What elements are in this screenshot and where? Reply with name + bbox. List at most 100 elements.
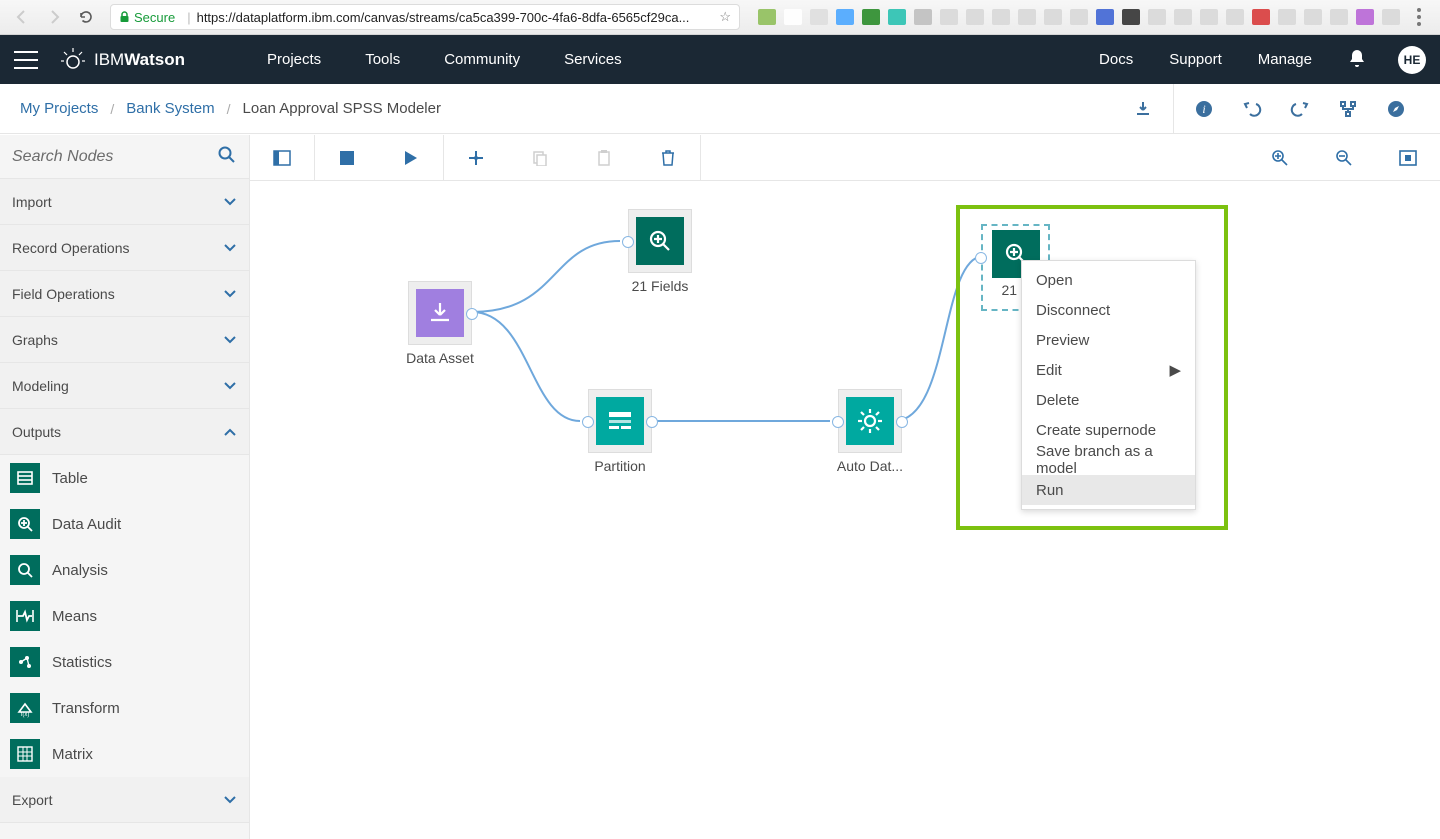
palette-cat-export[interactable]: Export bbox=[0, 777, 249, 823]
compass-icon[interactable] bbox=[1372, 84, 1420, 134]
link-support[interactable]: Support bbox=[1169, 51, 1222, 68]
browser-back-button[interactable] bbox=[8, 4, 36, 30]
extension-dot-icon[interactable] bbox=[966, 9, 984, 25]
secure-label: Secure bbox=[134, 10, 175, 25]
copy-button[interactable] bbox=[508, 135, 572, 180]
node-partition[interactable]: Partition bbox=[580, 389, 660, 474]
node-data-asset[interactable]: Data Asset bbox=[400, 281, 480, 366]
extension-flag-icon[interactable] bbox=[1278, 9, 1296, 25]
brand-logo[interactable]: IBM Watson bbox=[60, 47, 185, 73]
avatar[interactable]: HE bbox=[1398, 46, 1426, 74]
paste-button[interactable] bbox=[572, 135, 636, 180]
link-manage[interactable]: Manage bbox=[1258, 51, 1312, 68]
link-docs[interactable]: Docs bbox=[1099, 51, 1133, 68]
layout-icon[interactable] bbox=[1324, 84, 1372, 134]
palette-cat-field-operations[interactable]: Field Operations bbox=[0, 271, 249, 317]
stop-button[interactable] bbox=[315, 135, 379, 180]
extension-fquestion-icon[interactable] bbox=[1122, 9, 1140, 25]
breadcrumb-project[interactable]: Bank System bbox=[126, 100, 214, 117]
extension-leaf-icon[interactable] bbox=[992, 9, 1010, 25]
add-node-button[interactable] bbox=[444, 135, 508, 180]
node-auto-data-prep[interactable]: Auto Dat... bbox=[830, 389, 910, 474]
extension-abp-icon[interactable] bbox=[810, 9, 828, 25]
star-icon[interactable]: ☆ bbox=[719, 9, 731, 25]
nav-tools[interactable]: Tools bbox=[365, 51, 400, 68]
palette-item-analysis[interactable]: Analysis bbox=[0, 547, 249, 593]
undo-icon[interactable] bbox=[1228, 84, 1276, 134]
extension-w-icon[interactable] bbox=[1382, 9, 1400, 25]
fit-to-screen-button[interactable] bbox=[1376, 135, 1440, 180]
zoom-out-button[interactable] bbox=[1312, 135, 1376, 180]
palette-cat-label: Record Operations bbox=[12, 240, 130, 256]
search-nodes-input[interactable]: Search Nodes bbox=[12, 148, 217, 166]
browser-reload-button[interactable] bbox=[72, 4, 100, 30]
zoom-in-button[interactable] bbox=[1248, 135, 1312, 180]
palette-item-table[interactable]: Table bbox=[0, 455, 249, 501]
extension-q-icon[interactable] bbox=[1044, 9, 1062, 25]
extension-flower-icon[interactable] bbox=[914, 9, 932, 25]
breadcrumb-current: Loan Approval SPSS Modeler bbox=[243, 100, 441, 117]
nav-services[interactable]: Services bbox=[564, 51, 622, 68]
palette-item-means[interactable]: Means bbox=[0, 593, 249, 639]
extension-beta-icon[interactable] bbox=[862, 9, 880, 25]
ctx-disconnect[interactable]: Disconnect bbox=[1022, 295, 1195, 325]
palette-item-matrix[interactable]: Matrix bbox=[0, 731, 249, 777]
nav-projects[interactable]: Projects bbox=[267, 51, 321, 68]
ctx-preview[interactable]: Preview bbox=[1022, 325, 1195, 355]
ctx-run[interactable]: Run bbox=[1022, 475, 1195, 505]
breadcrumb-my-projects[interactable]: My Projects bbox=[20, 100, 98, 117]
browser-forward-button[interactable] bbox=[40, 4, 68, 30]
extension-cors-icon[interactable] bbox=[1252, 9, 1270, 25]
delete-button[interactable] bbox=[636, 135, 700, 180]
means-icon bbox=[10, 601, 40, 631]
chevron-down-icon bbox=[223, 289, 237, 299]
browser-menu-icon[interactable] bbox=[1410, 8, 1428, 26]
extension-new-icon[interactable] bbox=[758, 9, 776, 25]
ctx-create-supernode[interactable]: Create supernode bbox=[1022, 415, 1195, 445]
node-21-fields[interactable]: 21 Fields bbox=[620, 209, 700, 294]
extension-m-icon[interactable] bbox=[888, 9, 906, 25]
ctx-save-branch-as-a-model[interactable]: Save branch as a model bbox=[1022, 445, 1195, 475]
palette-cat-graphs[interactable]: Graphs bbox=[0, 317, 249, 363]
extension-ring-icon[interactable] bbox=[1070, 9, 1088, 25]
extension-box-icon[interactable] bbox=[1304, 9, 1322, 25]
ctx-open[interactable]: Open bbox=[1022, 265, 1195, 295]
extension-cloud-icon[interactable] bbox=[836, 9, 854, 25]
palette-cat-record-operations[interactable]: Record Operations bbox=[0, 225, 249, 271]
extension-half-icon[interactable] bbox=[940, 9, 958, 25]
extension-v-icon[interactable] bbox=[1200, 9, 1218, 25]
info-icon[interactable]: i bbox=[1180, 84, 1228, 134]
node-label: Partition bbox=[594, 458, 645, 474]
search-icon[interactable] bbox=[217, 145, 237, 168]
palette-item-statistics[interactable]: Statistics bbox=[0, 639, 249, 685]
menu-icon[interactable] bbox=[14, 51, 38, 69]
ctx-label: Open bbox=[1036, 272, 1073, 289]
redo-icon[interactable] bbox=[1276, 84, 1324, 134]
extension-monitor-icon[interactable] bbox=[1330, 9, 1348, 25]
canvas[interactable]: Data Asset 21 Fields Partition Auto Da bbox=[250, 181, 1440, 839]
download-icon[interactable] bbox=[1119, 84, 1167, 134]
panel-toggle-button[interactable] bbox=[250, 135, 314, 180]
extension-ex1-icon[interactable] bbox=[1148, 9, 1166, 25]
extension-sq-icon[interactable] bbox=[1096, 9, 1114, 25]
palette-cat-import[interactable]: Import bbox=[0, 179, 249, 225]
palette-item-transform[interactable]: f(x)Transform bbox=[0, 685, 249, 731]
palette-cat-outputs[interactable]: Outputs bbox=[0, 409, 249, 455]
node-label: Data Asset bbox=[406, 350, 474, 366]
ctx-delete[interactable]: Delete bbox=[1022, 385, 1195, 415]
chevron-down-icon bbox=[223, 381, 237, 391]
bell-icon[interactable] bbox=[1348, 48, 1366, 71]
palette-item-data-audit[interactable]: Data Audit bbox=[0, 501, 249, 547]
ctx-edit[interactable]: Edit▶ bbox=[1022, 355, 1195, 385]
extension-react-icon[interactable] bbox=[1174, 9, 1192, 25]
extension-k-icon[interactable] bbox=[1018, 9, 1036, 25]
palette-cat-modeling[interactable]: Modeling bbox=[0, 363, 249, 409]
palette-cat-label: Graphs bbox=[12, 332, 58, 348]
browser-url-bar[interactable]: Secure | https://dataplatform.ibm.com/ca… bbox=[110, 4, 740, 30]
extension-rw-icon[interactable] bbox=[1356, 9, 1374, 25]
run-button[interactable] bbox=[379, 135, 443, 180]
nav-community[interactable]: Community bbox=[444, 51, 520, 68]
search-nodes-row: Search Nodes bbox=[0, 135, 249, 179]
extension-ghost-icon[interactable] bbox=[784, 9, 802, 25]
extension-target-icon[interactable] bbox=[1226, 9, 1244, 25]
